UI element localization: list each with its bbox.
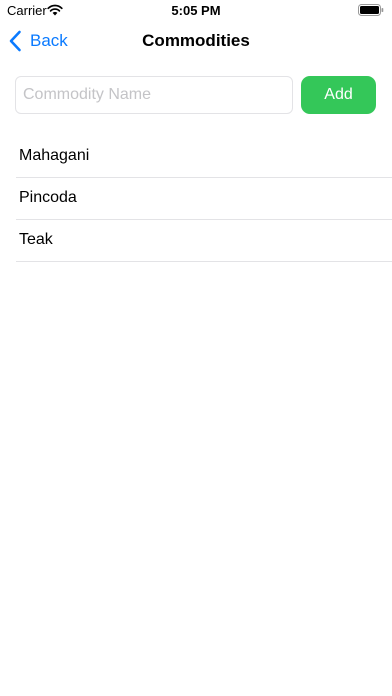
list-item[interactable]: Pincoda [16, 178, 392, 220]
commodities-screen: Carrier 5:05 PM Back Commodities Add Mah… [0, 0, 392, 696]
navigation-bar: Back Commodities [0, 22, 392, 60]
list-item-label: Mahagani [19, 147, 90, 164]
status-bar: Carrier 5:05 PM [0, 0, 392, 22]
page-title: Commodities [142, 31, 250, 50]
commodity-name-input[interactable] [15, 76, 293, 114]
battery-icon [358, 4, 384, 16]
list-item[interactable]: Teak [16, 220, 392, 262]
list-item-label: Pincoda [19, 189, 77, 206]
status-time: 5:05 PM [171, 3, 221, 18]
list-item[interactable]: Mahagani [16, 136, 392, 178]
add-button[interactable]: Add [301, 76, 376, 114]
commodity-list: Mahagani Pincoda Teak [16, 136, 392, 262]
list-item-label: Teak [19, 231, 53, 248]
